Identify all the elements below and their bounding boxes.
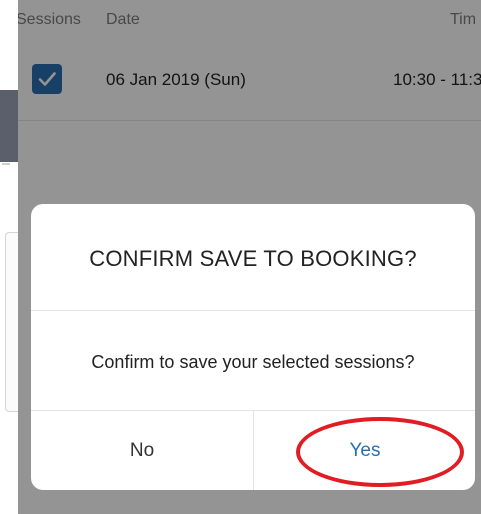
dialog-message: Confirm to save your selected sessions? [91,352,415,372]
background-page-edge [0,0,19,514]
yes-button[interactable]: Yes [254,411,475,490]
confirm-dialog: CONFIRM SAVE TO BOOKING? Confirm to save… [31,204,475,490]
phone-screen: Sessions Date Tim 06 Jan 2019 (Sun) 10:3… [18,0,481,514]
no-button[interactable]: No [31,411,253,490]
background-panel [5,232,19,412]
background-image-block [0,90,18,162]
dialog-divider [31,310,475,311]
background-mark [2,163,10,165]
dialog-title: CONFIRM SAVE TO BOOKING? [89,246,417,271]
